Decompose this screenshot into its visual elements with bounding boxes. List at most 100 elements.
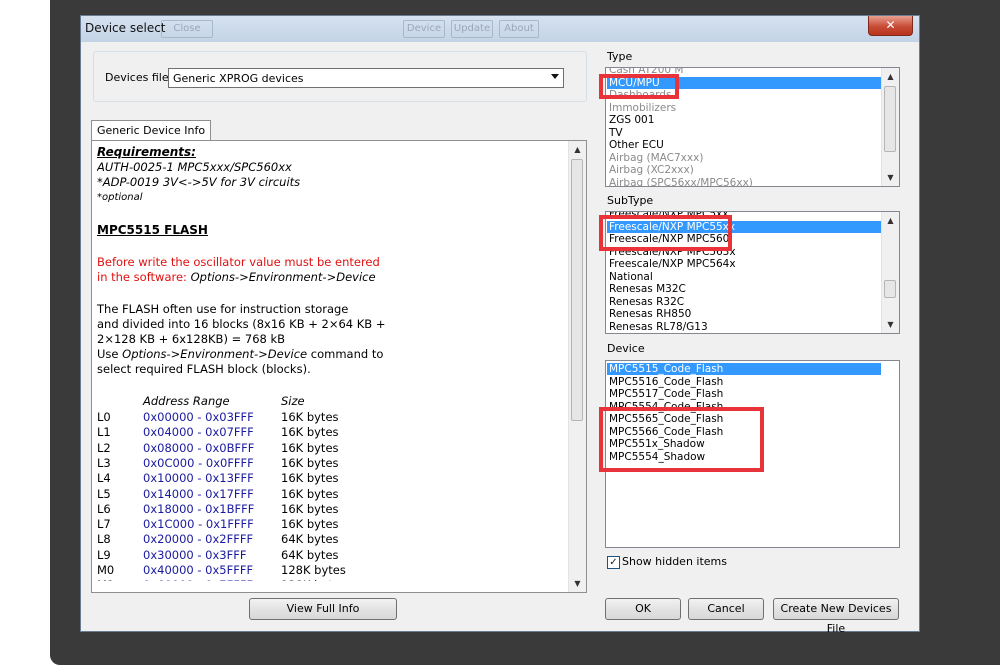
block-size: 16K bytes xyxy=(281,501,339,516)
info-scrollbar[interactable]: ▲ ▼ xyxy=(568,141,586,592)
type-label: Type xyxy=(607,50,633,63)
block-size: 64K bytes xyxy=(281,532,339,547)
highlight-box-subtype xyxy=(599,215,732,251)
column-header-size: Size xyxy=(281,394,305,408)
subtype-list-item[interactable]: Renesas RH850 xyxy=(607,308,881,320)
scroll-up-icon[interactable]: ▲ xyxy=(569,141,586,158)
block-address-range: 0x0C000 - 0x0FFFF xyxy=(143,455,254,470)
block-address-range: 0x1C000 - 0x1FFFF xyxy=(143,517,254,532)
description-text: Use xyxy=(97,347,123,361)
block-address-range: 0x60000 - 0x7FFFF xyxy=(143,578,253,581)
subtype-list-item[interactable]: Renesas R32C xyxy=(607,296,881,308)
block-size: 16K bytes xyxy=(281,440,339,455)
highlight-box-device xyxy=(599,407,764,472)
type-scrollbar[interactable]: ▲ ▼ xyxy=(881,68,899,186)
type-list-item[interactable]: Airbag (SPC56xx/MPC56xx) xyxy=(607,177,881,187)
block-address-range: 0x18000 - 0x1BFFF xyxy=(143,501,255,516)
block-address-range: 0x30000 - 0x3FFF xyxy=(143,547,247,562)
block-name: L1 xyxy=(97,425,111,440)
requirements-title: Requirements: xyxy=(97,145,196,159)
block-address-range: 0x20000 - 0x2FFFF xyxy=(143,532,254,547)
device-list-item[interactable]: MPC5516_Code_Flash xyxy=(607,376,881,388)
block-size: 16K bytes xyxy=(281,410,339,424)
show-hidden-label: Show hidden items xyxy=(622,555,727,568)
block-name: M0 xyxy=(97,563,115,577)
view-full-info-button[interactable]: View Full Info xyxy=(249,598,397,620)
device-label: Device xyxy=(607,342,645,355)
devices-file-group: Devices file: Generic XPROG devices xyxy=(93,51,587,102)
subtype-scrollbar[interactable]: ▲ ▼ xyxy=(881,212,899,333)
block-name: L3 xyxy=(97,455,111,470)
scroll-down-icon[interactable]: ▼ xyxy=(882,169,899,186)
ghost-toolbar-item: About xyxy=(499,20,539,38)
block-name: L6 xyxy=(97,501,111,516)
requirement-line: *ADP-0019 3V<->5V for 3V circuits xyxy=(97,175,301,189)
type-list-item[interactable]: Airbag (XC2xxx) xyxy=(607,164,881,176)
block-name: L9 xyxy=(97,547,111,562)
block-name: M1 xyxy=(97,578,114,581)
block-size: 16K bytes xyxy=(281,471,339,486)
block-address-range: 0x10000 - 0x13FFF xyxy=(143,471,254,486)
block-address-range: 0x40000 - 0x5FFFF xyxy=(143,563,254,577)
block-size: 16K bytes xyxy=(281,425,339,440)
block-size: 16K bytes xyxy=(281,486,339,501)
block-name: L0 xyxy=(97,410,111,424)
block-address-range: 0x14000 - 0x17FFF xyxy=(143,486,254,501)
type-list-item[interactable]: TV xyxy=(607,127,881,139)
block-name: L4 xyxy=(97,471,111,486)
block-size: 16K bytes xyxy=(281,517,339,532)
device-list-item[interactable]: MPC5517_Code_Flash xyxy=(607,388,881,400)
scroll-down-icon[interactable]: ▼ xyxy=(569,575,586,592)
description-line: select required FLASH block (blocks). xyxy=(97,362,311,376)
requirement-line: AUTH-0025-1 MPC5xxx/SPC560xx xyxy=(97,160,292,174)
block-name: L8 xyxy=(97,532,111,547)
scroll-thumb[interactable] xyxy=(884,280,896,298)
description-text: command to xyxy=(307,347,384,361)
column-header-range: Address Range xyxy=(143,394,230,408)
device-info-text: Requirements: AUTH-0025-1 MPC5xxx/SPC560… xyxy=(97,145,557,581)
scroll-up-icon[interactable]: ▲ xyxy=(882,68,899,85)
devices-file-label: Devices file: xyxy=(105,71,173,84)
block-name: L5 xyxy=(97,486,111,501)
block-address-range: 0x00000 - 0x03FFF xyxy=(143,410,254,424)
ghost-toolbar-item: Device xyxy=(403,20,445,38)
block-size: 16K bytes xyxy=(281,455,339,470)
subtype-list-item[interactable]: Renesas RL78/G13 xyxy=(607,321,881,333)
type-list-item[interactable]: ZGS 001 xyxy=(607,114,881,126)
ok-button[interactable]: OK xyxy=(605,598,681,620)
warning-path: Options->Environment->Device xyxy=(190,270,376,284)
block-size: 64K bytes xyxy=(281,547,339,562)
scroll-down-icon[interactable]: ▼ xyxy=(882,316,899,333)
subtype-list-item[interactable]: Freescale/NXP MPC564x xyxy=(607,258,881,270)
type-list-item[interactable]: Other ECU xyxy=(607,139,881,151)
scroll-up-icon[interactable]: ▲ xyxy=(882,212,899,229)
scroll-thumb[interactable] xyxy=(571,159,583,421)
close-button[interactable]: ✕ xyxy=(868,16,913,36)
type-list-item[interactable]: Immobilizers xyxy=(607,102,881,114)
title-bar: Close Device Update About Device select … xyxy=(81,16,919,42)
subtype-list-item[interactable]: Renesas M32C xyxy=(607,283,881,295)
show-hidden-checkbox[interactable]: ✓ xyxy=(607,556,620,569)
block-size: 128K bytes xyxy=(281,578,346,581)
description-line: The FLASH often use for instruction stor… xyxy=(97,302,349,316)
type-list-item[interactable]: Airbag (MAC7xxx) xyxy=(607,152,881,164)
block-size: 128K bytes xyxy=(281,563,346,577)
subtype-list-item[interactable]: National xyxy=(607,271,881,283)
tab-generic-device-info[interactable]: Generic Device Info xyxy=(91,120,212,141)
device-list-item[interactable]: MPC5515_Code_Flash xyxy=(607,363,881,375)
warning-line: in the software: xyxy=(97,270,191,284)
highlight-box-type xyxy=(599,74,679,99)
ghost-toolbar-item: Update xyxy=(451,20,493,38)
cancel-button[interactable]: Cancel xyxy=(688,598,764,620)
create-new-devices-file-button[interactable]: Create New Devices File xyxy=(773,598,899,635)
block-address-range: 0x04000 - 0x07FFF xyxy=(143,425,254,440)
description-line: and divided into 16 blocks (8x16 KB + 2×… xyxy=(97,317,386,331)
block-address-range: 0x08000 - 0x0BFFF xyxy=(143,440,255,455)
devices-file-combo[interactable]: Generic XPROG devices xyxy=(168,68,564,88)
device-info-panel: Requirements: AUTH-0025-1 MPC5xxx/SPC560… xyxy=(91,140,587,593)
block-name: L2 xyxy=(97,440,111,455)
description-line: 2×128 KB + 6x128KB) = 768 kB xyxy=(97,332,286,346)
scroll-thumb[interactable] xyxy=(884,86,896,152)
dialog-title: Device select xyxy=(85,21,166,35)
block-name: L7 xyxy=(97,517,111,532)
